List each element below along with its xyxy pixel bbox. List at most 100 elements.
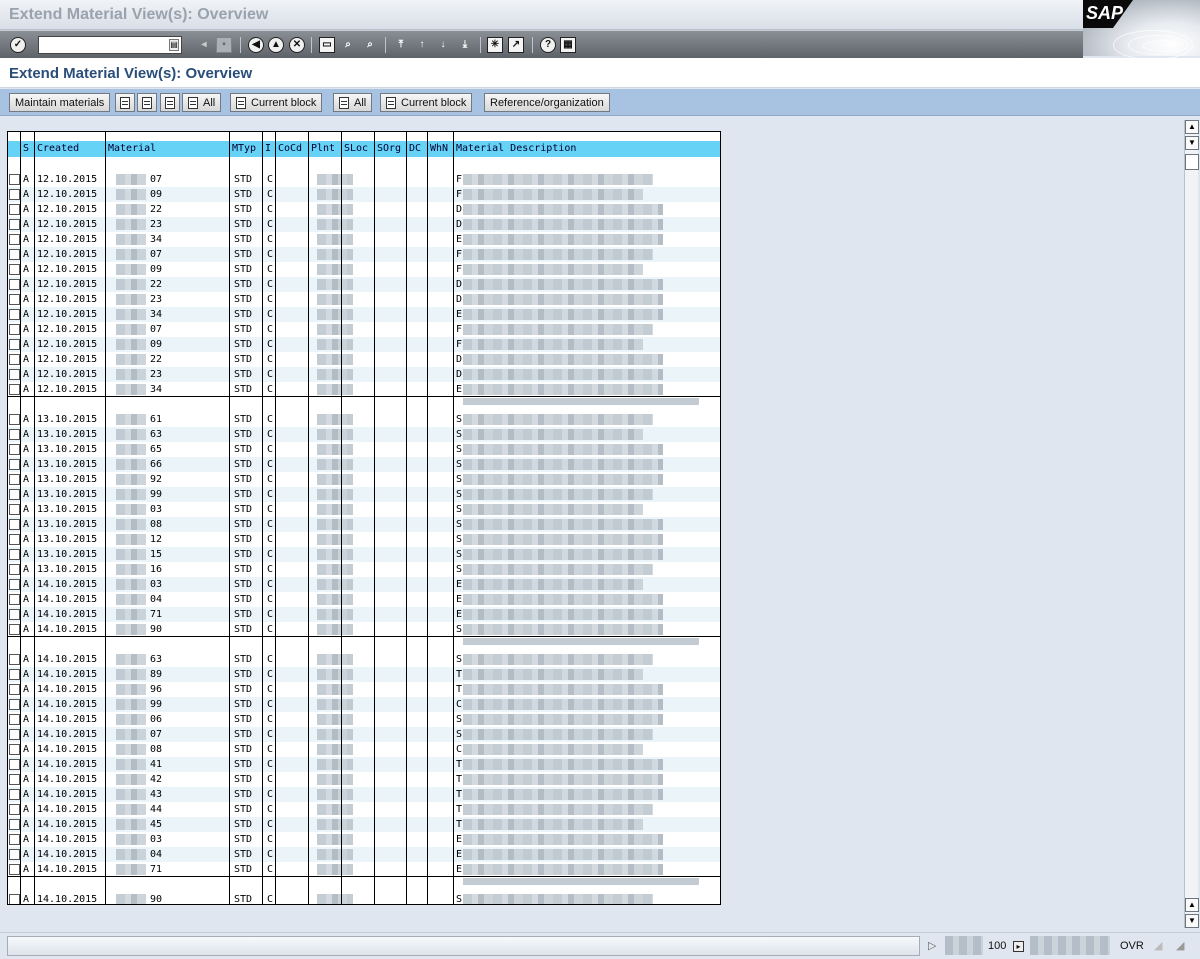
reference-organization-button[interactable]: Reference/organization <box>484 93 610 112</box>
find-icon[interactable]: ⌕ <box>340 37 356 53</box>
table-row[interactable]: A 13.10.2015 15 STD C S <box>8 547 720 562</box>
deselect-all-button[interactable]: All <box>333 93 373 112</box>
create-session-icon[interactable]: ✳ <box>487 37 503 53</box>
row-select-checkbox[interactable] <box>9 534 20 545</box>
column-header-created[interactable]: Created <box>35 141 105 157</box>
table-row[interactable]: A 12.10.2015 09 STD C F <box>8 262 720 277</box>
select-block-button[interactable]: Current block <box>230 93 323 112</box>
table-row[interactable]: A 14.10.2015 03 STD C E <box>8 577 720 592</box>
table-row[interactable]: A 14.10.2015 44 STD C T <box>8 802 720 817</box>
column-header-description[interactable]: Material Description <box>454 141 720 157</box>
row-select-checkbox[interactable] <box>9 429 20 440</box>
table-row[interactable]: A 14.10.2015 90 STD C S <box>8 622 720 637</box>
command-field[interactable]: ▤ <box>38 36 182 54</box>
command-history-dropdown-icon[interactable]: ▤ <box>169 39 179 51</box>
row-select-checkbox[interactable] <box>9 729 20 740</box>
row-select-checkbox[interactable] <box>9 894 20 904</box>
row-select-checkbox[interactable] <box>9 294 20 305</box>
maintain-materials-button[interactable]: Maintain materials <box>9 93 111 112</box>
back-icon[interactable]: ◀ <box>248 37 264 53</box>
table-row[interactable]: A 13.10.2015 92 STD C S <box>8 472 720 487</box>
table-row[interactable]: A 14.10.2015 41 STD C T <box>8 757 720 772</box>
row-select-checkbox[interactable] <box>9 519 20 530</box>
row-select-checkbox[interactable] <box>9 444 20 455</box>
row-select-checkbox[interactable] <box>9 564 20 575</box>
row-select-checkbox[interactable] <box>9 699 20 710</box>
vertical-scrollbar[interactable]: ▲ ▼ ▲ ▼ <box>1184 120 1199 928</box>
table-row[interactable]: A 12.10.2015 07 STD C F <box>8 172 720 187</box>
command-input[interactable] <box>39 37 167 53</box>
row-select-checkbox[interactable] <box>9 789 20 800</box>
row-select-checkbox[interactable] <box>9 804 20 815</box>
print-icon[interactable]: ▭ <box>319 37 335 53</box>
row-select-checkbox[interactable] <box>9 504 20 515</box>
table-row[interactable]: A 13.10.2015 99 STD C S <box>8 487 720 502</box>
row-select-checkbox[interactable] <box>9 714 20 725</box>
row-select-checkbox[interactable] <box>9 414 20 425</box>
table-row[interactable]: A 14.10.2015 07 STD C S <box>8 727 720 742</box>
table-row[interactable]: A 12.10.2015 07 STD C F <box>8 247 720 262</box>
scroll-thumb[interactable] <box>1185 154 1199 170</box>
table-row[interactable]: A 14.10.2015 90 STD C S <box>8 892 720 904</box>
table-row[interactable]: A 12.10.2015 23 STD C D <box>8 292 720 307</box>
row-select-checkbox[interactable] <box>9 474 20 485</box>
table-row[interactable]: A 12.10.2015 22 STD C D <box>8 202 720 217</box>
table-row[interactable]: A 12.10.2015 22 STD C D <box>8 277 720 292</box>
table-row[interactable]: A 13.10.2015 12 STD C S <box>8 532 720 547</box>
row-select-checkbox[interactable] <box>9 189 20 200</box>
next-page-icon[interactable]: ↓ <box>435 37 451 53</box>
table-row[interactable]: A 13.10.2015 08 STD C S <box>8 517 720 532</box>
row-select-checkbox[interactable] <box>9 204 20 215</box>
row-select-checkbox[interactable] <box>9 369 20 380</box>
customize-layout-icon[interactable]: ▦ <box>560 37 576 53</box>
table-row[interactable]: A 14.10.2015 89 STD C T <box>8 667 720 682</box>
row-select-checkbox[interactable] <box>9 354 20 365</box>
table-row[interactable]: A 12.10.2015 22 STD C D <box>8 352 720 367</box>
table-row[interactable]: A 14.10.2015 96 STD C T <box>8 682 720 697</box>
last-page-icon[interactable]: ⤓ <box>457 37 473 53</box>
table-row[interactable]: A 12.10.2015 23 STD C D <box>8 217 720 232</box>
column-header-whn[interactable]: WhN <box>428 141 453 157</box>
row-select-checkbox[interactable] <box>9 624 20 635</box>
row-select-checkbox[interactable] <box>9 669 20 680</box>
table-row[interactable]: A 14.10.2015 03 STD C E <box>8 832 720 847</box>
table-row[interactable]: A 12.10.2015 34 STD C E <box>8 382 720 397</box>
exit-icon[interactable]: ▲ <box>268 37 284 53</box>
scroll-top-icon[interactable]: ▲ <box>1185 120 1199 134</box>
row-select-checkbox[interactable] <box>9 774 20 785</box>
row-select-checkbox[interactable] <box>9 219 20 230</box>
row-select-checkbox[interactable] <box>9 849 20 860</box>
table-row[interactable]: A 14.10.2015 04 STD C E <box>8 847 720 862</box>
table-row[interactable]: A 13.10.2015 65 STD C S <box>8 442 720 457</box>
shortcut-icon[interactable]: ↗ <box>508 37 524 53</box>
table-row[interactable]: A 14.10.2015 71 STD C E <box>8 607 720 622</box>
table-row[interactable]: A 12.10.2015 09 STD C F <box>8 187 720 202</box>
table-row[interactable]: A 14.10.2015 43 STD C T <box>8 787 720 802</box>
row-select-checkbox[interactable] <box>9 324 20 335</box>
filter-button[interactable] <box>160 93 180 112</box>
row-select-checkbox[interactable] <box>9 384 20 395</box>
column-header-dc[interactable]: DC <box>407 141 427 157</box>
row-select-checkbox[interactable] <box>9 864 20 875</box>
row-select-checkbox[interactable] <box>9 339 20 350</box>
previous-page-icon[interactable]: ↑ <box>414 37 430 53</box>
table-row[interactable]: A 13.10.2015 61 STD C S <box>8 412 720 427</box>
column-header-s[interactable]: S <box>21 141 34 157</box>
column-header-plnt[interactable]: Plnt <box>309 141 341 157</box>
scroll-bottom-icon[interactable]: ▼ <box>1185 914 1199 928</box>
row-select-checkbox[interactable] <box>9 684 20 695</box>
row-select-checkbox[interactable] <box>9 174 20 185</box>
table-row[interactable]: A 12.10.2015 34 STD C E <box>8 307 720 322</box>
column-header-cocd[interactable]: CoCd <box>276 141 308 157</box>
row-select-checkbox[interactable] <box>9 249 20 260</box>
table-row[interactable]: A 14.10.2015 45 STD C T <box>8 817 720 832</box>
collapse-icon[interactable]: ◂ <box>196 37 212 53</box>
table-row[interactable]: A 14.10.2015 63 STD C S <box>8 652 720 667</box>
table-row[interactable]: A 13.10.2015 03 STD C S <box>8 502 720 517</box>
row-select-checkbox[interactable] <box>9 654 20 665</box>
table-row[interactable]: A 14.10.2015 71 STD C E <box>8 862 720 877</box>
column-header-sloc[interactable]: SLoc <box>342 141 374 157</box>
deselect-block-button[interactable]: Current block <box>380 93 473 112</box>
save-icon[interactable]: ▪ <box>216 37 232 53</box>
column-header-sorg[interactable]: SOrg <box>375 141 406 157</box>
